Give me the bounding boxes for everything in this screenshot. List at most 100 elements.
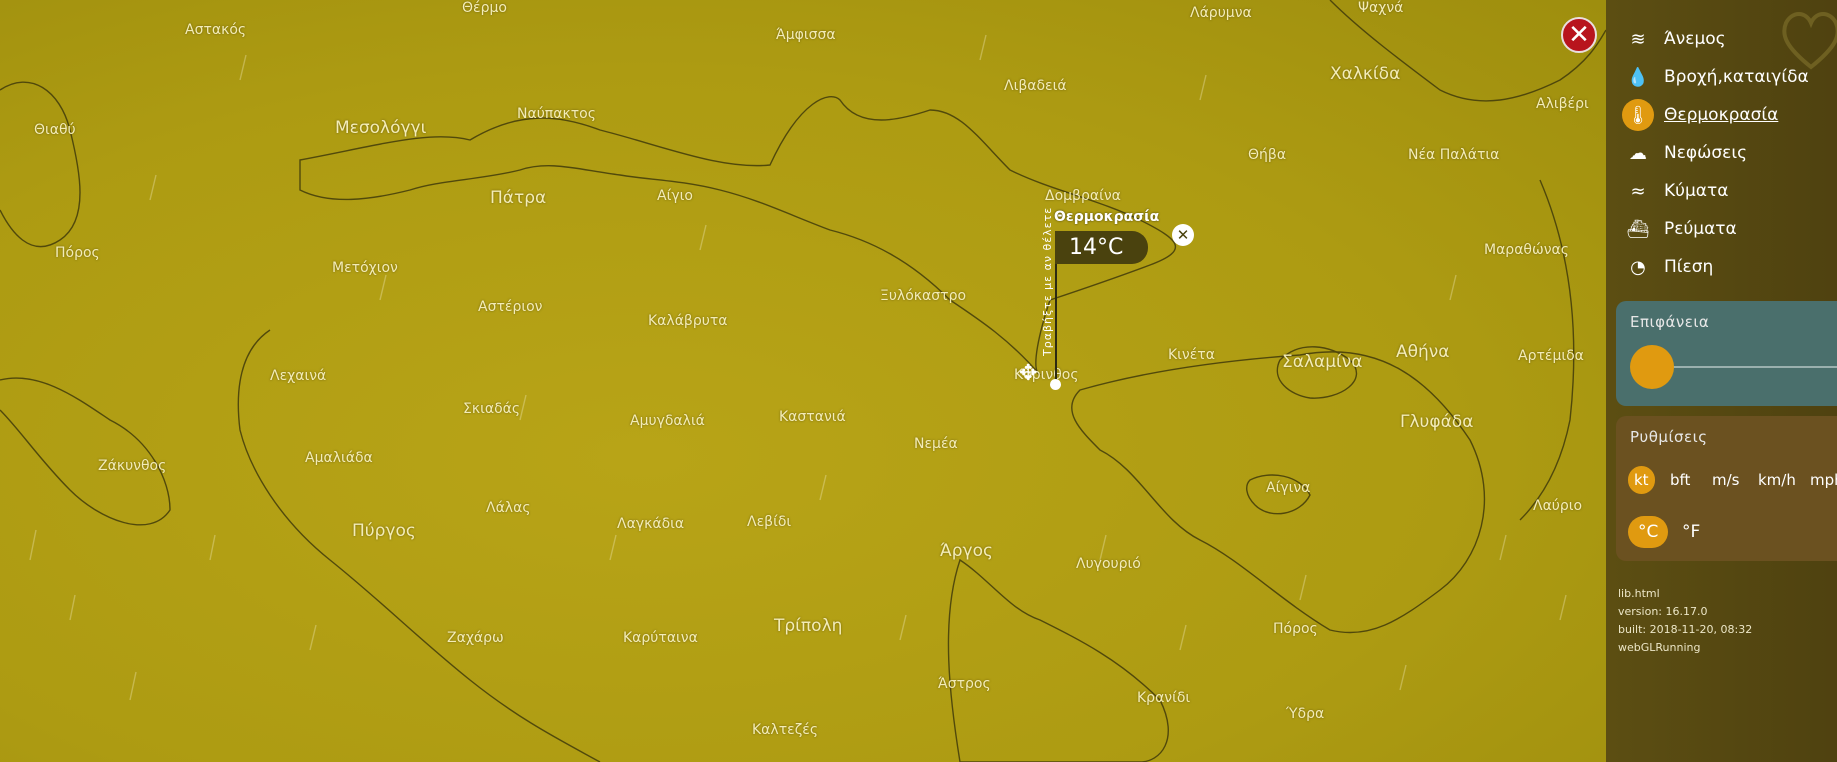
surface-panel: Επιφάνεια — [1616, 301, 1837, 406]
place-label: Χαλκίδα — [1330, 64, 1401, 84]
place-label: Θήβα — [1248, 147, 1287, 163]
place-label: Αμαλιάδα — [305, 450, 373, 466]
place-label: Γλυφάδα — [1400, 412, 1474, 432]
place-label: Πάτρα — [490, 188, 547, 208]
place-label: Θιαθύ — [34, 122, 76, 138]
layer-item[interactable]: ≈ Κύματα — [1622, 175, 1728, 207]
wind-unit-option[interactable]: bft — [1664, 466, 1696, 494]
place-label: Πόρος — [1273, 621, 1318, 637]
wind-unit-option[interactable]: kt — [1628, 466, 1655, 494]
layer-label: Πίεση — [1664, 257, 1714, 277]
layer-item[interactable]: 💧 Βροχή,καταιγίδα — [1622, 61, 1809, 93]
place-label: Άστρος — [938, 676, 991, 692]
cloud-icon: ☁ — [1629, 142, 1647, 164]
place-label: Άργος — [940, 541, 994, 561]
picker-label: Θερμοκρασία — [1054, 209, 1160, 225]
version-line: webGLRunning — [1618, 641, 1701, 654]
layer-item[interactable]: ◔ Πίεση — [1622, 251, 1713, 283]
version-line: lib.html — [1618, 587, 1660, 600]
place-label: Ξυλόκαστρο — [880, 288, 967, 304]
place-label: Σκιαδάς — [463, 401, 521, 417]
waves-icon: ≈ — [1630, 180, 1646, 202]
place-label: Κρανίδι — [1137, 690, 1191, 706]
place-label: Ύδρα — [1286, 706, 1325, 722]
place-label: Αθήνα — [1396, 342, 1450, 362]
wind-unit-option[interactable]: mph — [1804, 466, 1837, 494]
picker-temperature: 14°C — [1069, 235, 1124, 260]
place-label: Αίγιο — [657, 188, 693, 204]
place-label: Τρίπολη — [774, 616, 843, 636]
picker-value[interactable]: 14°C — [1055, 231, 1148, 264]
place-label: Αστακός — [185, 22, 247, 38]
place-label: Αλιβέρι — [1536, 96, 1589, 112]
thermometer-icon: 🌡 — [1622, 99, 1654, 131]
layer-label: Θερμοκρασία — [1664, 105, 1779, 125]
place-label: Καστανιά — [779, 409, 846, 425]
place-label: Αρτέμιδα — [1518, 348, 1584, 364]
close-button[interactable]: ✕ — [1561, 17, 1597, 53]
layer-label: Ρεύματα — [1664, 219, 1737, 239]
place-label: Πύργος — [352, 521, 416, 541]
place-label: Ζάκυνθος — [98, 458, 167, 474]
layer-label: Βροχή,καταιγίδα — [1664, 67, 1809, 87]
place-label: Νέα Παλάτια — [1408, 147, 1500, 163]
layer-label: Άνεμος — [1664, 29, 1726, 49]
place-label: Καλτεζές — [752, 722, 819, 738]
temperature-unit-option[interactable]: °F — [1674, 516, 1708, 548]
place-label: Πόρος — [55, 245, 100, 261]
place-label: Λιβαδειά — [1004, 78, 1067, 94]
drag-move-icon[interactable]: ✥ — [1019, 363, 1037, 385]
place-label: Αίγινα — [1266, 480, 1311, 496]
place-label: Ναύπακτος — [517, 106, 596, 122]
picker-drag-hint: Τραβήξτε με αν θέλετε — [1041, 206, 1054, 356]
place-label: Θέρμο — [462, 0, 507, 16]
place-label: Ψαχνά — [1358, 0, 1404, 16]
place-label: Αμυγδαλιά — [630, 413, 705, 429]
place-label: Μετόχιον — [332, 260, 398, 276]
picker-close-icon[interactable]: ✕ — [1172, 224, 1194, 246]
place-label: Λάλας — [486, 500, 531, 516]
version-line: built: 2018-11-20, 08:32 — [1618, 623, 1753, 636]
side-panel: ≋ Άνεμος 💧 Βροχή,καταιγίδα 🌡 Θερμοκρασία ☁ Νεφώ… — [1606, 0, 1837, 762]
place-label: Κινέτα — [1168, 347, 1215, 363]
layer-item[interactable]: ⛴ Ρεύματα — [1622, 213, 1737, 245]
settings-panel: Ρυθμίσεις ktbft m/skm/hmph °C°F — [1616, 416, 1837, 561]
wind-unit-option[interactable]: m/s — [1706, 466, 1745, 494]
wind-icon: ≋ — [1630, 28, 1646, 50]
surface-title: Επιφάνεια — [1630, 313, 1710, 331]
place-label: Καλάβρυτα — [648, 313, 728, 329]
place-label: Μαραθώνας — [1484, 242, 1569, 258]
place-label: Λεχαινά — [270, 368, 327, 384]
picker-anchor[interactable] — [1050, 379, 1061, 390]
layer-label: Κύματα — [1664, 181, 1729, 201]
place-label: Σαλαμίνα — [1282, 352, 1363, 372]
place-label: Ζαχάρω — [447, 630, 504, 646]
place-label: Λαύριο — [1533, 498, 1583, 514]
place-label: Δομβραίνα — [1045, 188, 1121, 204]
place-label: Λαγκάδια — [617, 516, 685, 532]
place-label: Λυγουριό — [1076, 556, 1141, 572]
place-label: Αστέριον — [478, 299, 543, 315]
temperature-unit-option[interactable]: °C — [1628, 516, 1669, 548]
settings-title: Ρυθμίσεις — [1630, 428, 1708, 446]
altitude-slider-knob[interactable] — [1630, 345, 1674, 389]
gauge-icon: ◔ — [1630, 256, 1646, 278]
altitude-slider-track[interactable] — [1656, 366, 1837, 368]
map-relief — [0, 0, 1606, 762]
rain-drop-icon: 💧 — [1626, 66, 1650, 88]
place-label: Άμφισσα — [776, 27, 836, 43]
place-label: Νεμέα — [914, 436, 958, 452]
place-label: Λεβίδι — [747, 514, 792, 530]
layer-item[interactable]: ≋ Άνεμος — [1622, 23, 1726, 55]
layer-item[interactable]: ☁ Νεφώσεις — [1622, 137, 1747, 169]
layer-label: Νεφώσεις — [1664, 143, 1748, 163]
place-label: Μεσολόγγι — [335, 118, 427, 138]
version-info: lib.html version: 16.17.0 built: 2018-11… — [1618, 585, 1752, 657]
layer-item[interactable]: 🌡 Θερμοκρασία — [1622, 99, 1778, 131]
weather-map[interactable]: Θέρμο Αστακός Άμφισσα Λάρυμνα Ψαχνά Θιαθύ Μεσο… — [0, 0, 1606, 762]
wind-unit-option[interactable]: km/h — [1752, 466, 1802, 494]
place-label: Λάρυμνα — [1190, 5, 1252, 21]
version-line: version: 16.17.0 — [1618, 605, 1708, 618]
place-label: Καρύταινα — [623, 630, 698, 646]
ship-icon: ⛴ — [1626, 218, 1650, 240]
